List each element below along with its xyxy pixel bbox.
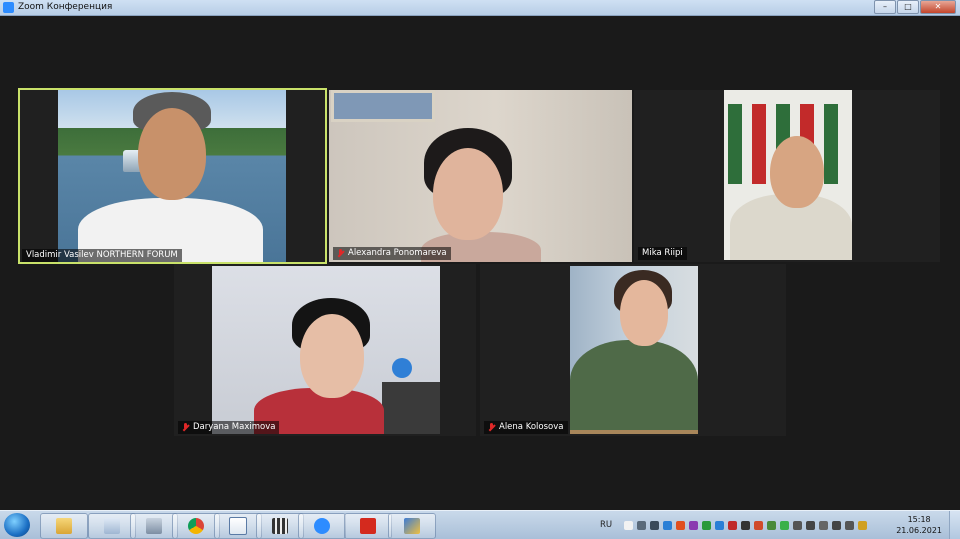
minimize-button[interactable]: – xyxy=(874,0,896,14)
participant-name-label: Vladimir Vasilev NORTHERN FORUM xyxy=(22,249,182,262)
cloud-icon[interactable] xyxy=(624,520,634,530)
taskbar-app-zoom[interactable] xyxy=(298,513,346,539)
messenger-icon[interactable] xyxy=(780,520,790,530)
participant-name-label: Alena Kolosova xyxy=(484,421,568,434)
taskbar-app-document[interactable] xyxy=(214,513,262,539)
taskbar-app-calculator[interactable] xyxy=(130,513,178,539)
shield-icon[interactable] xyxy=(676,520,686,530)
taskbar-app-video-editor[interactable] xyxy=(256,513,304,539)
keyboard-icon[interactable] xyxy=(858,520,868,530)
person-face xyxy=(433,148,503,240)
zoom-icon xyxy=(314,518,330,534)
update-icon[interactable] xyxy=(702,520,712,530)
participant-tile-alena[interactable]: Alena Kolosova xyxy=(480,264,786,436)
power-icon[interactable] xyxy=(767,520,777,530)
participant-tile-vladimir[interactable]: Vladimir Vasilev NORTHERN FORUM xyxy=(18,88,327,264)
participant-video xyxy=(212,266,440,434)
document-icon xyxy=(229,517,247,535)
clock-time: 15:18 xyxy=(907,515,931,524)
display-icon[interactable] xyxy=(741,520,751,530)
show-desktop-button[interactable] xyxy=(949,511,960,539)
settings-icon[interactable] xyxy=(637,520,647,530)
video-gallery: Vladimir Vasilev NORTHERN FORUM Alexandr… xyxy=(0,16,960,510)
taskbar-clock[interactable]: 15:18 21.06.2021 xyxy=(896,514,942,536)
close-button[interactable]: ✕ xyxy=(920,0,956,14)
dropbox-icon[interactable] xyxy=(663,520,673,530)
windows-taskbar: RU 15:18 21.06.2021 xyxy=(0,510,960,539)
wall-picture xyxy=(331,90,435,122)
start-button[interactable] xyxy=(4,513,30,537)
language-indicator[interactable]: RU xyxy=(600,520,612,530)
close-notification-icon[interactable] xyxy=(819,520,829,530)
window-titlebar: Zoom Конференция – □ ✕ xyxy=(0,0,960,16)
volume-icon[interactable] xyxy=(832,520,842,530)
participant-video xyxy=(58,90,286,262)
upload-icon[interactable] xyxy=(715,520,725,530)
person-body xyxy=(570,340,698,430)
maximize-button[interactable]: □ xyxy=(897,0,919,14)
participant-tile-daryana[interactable]: Daryana Maximova xyxy=(174,264,476,436)
muted-mic-icon xyxy=(182,423,189,432)
taskbar-app-pdf-reader[interactable] xyxy=(344,513,392,539)
muted-mic-icon xyxy=(337,249,344,258)
person-face xyxy=(138,108,206,200)
window-controls: – □ ✕ xyxy=(873,0,956,14)
window-title: Zoom Конференция xyxy=(18,2,113,12)
calculator-icon xyxy=(146,518,162,534)
participant-video xyxy=(329,90,632,262)
clock-date: 21.06.2021 xyxy=(896,526,942,535)
taskbar-app-other[interactable] xyxy=(388,513,436,539)
chat-icon[interactable] xyxy=(689,520,699,530)
generic-window-icon xyxy=(104,518,120,534)
participant-name-label: Mika Riipi xyxy=(638,247,687,260)
desk-items xyxy=(382,382,440,434)
taskbar-app-file-explorer[interactable] xyxy=(40,513,88,539)
wifi-icon[interactable] xyxy=(806,520,816,530)
participant-tile-alexandra[interactable]: Alexandra Ponomareva xyxy=(329,90,632,262)
participant-video xyxy=(724,90,852,260)
person-face xyxy=(770,136,824,208)
participant-tile-mika[interactable]: Mika Riipi xyxy=(634,90,940,262)
video-editor-icon xyxy=(272,518,288,534)
antivirus-icon[interactable] xyxy=(728,520,738,530)
signal-icon[interactable] xyxy=(793,520,803,530)
participant-name-label: Alexandra Ponomareva xyxy=(333,247,451,260)
muted-mic-icon xyxy=(488,423,495,432)
person-face xyxy=(300,314,364,398)
pdf-reader-icon xyxy=(360,518,376,534)
zoom-app-icon xyxy=(3,2,14,13)
battery-icon[interactable] xyxy=(845,520,855,530)
taskbar-app-window[interactable] xyxy=(88,513,136,539)
participant-video xyxy=(570,266,698,434)
system-tray: RU xyxy=(600,514,871,536)
taskbar-app-chrome[interactable] xyxy=(172,513,220,539)
globe-object xyxy=(392,358,412,378)
chrome-icon xyxy=(188,518,204,534)
flag-icon[interactable] xyxy=(754,520,764,530)
person-face xyxy=(620,280,668,346)
app-icon xyxy=(404,518,420,534)
network-icon[interactable] xyxy=(650,520,660,530)
file-explorer-icon xyxy=(56,518,72,534)
participant-name-label: Daryana Maximova xyxy=(178,421,280,434)
